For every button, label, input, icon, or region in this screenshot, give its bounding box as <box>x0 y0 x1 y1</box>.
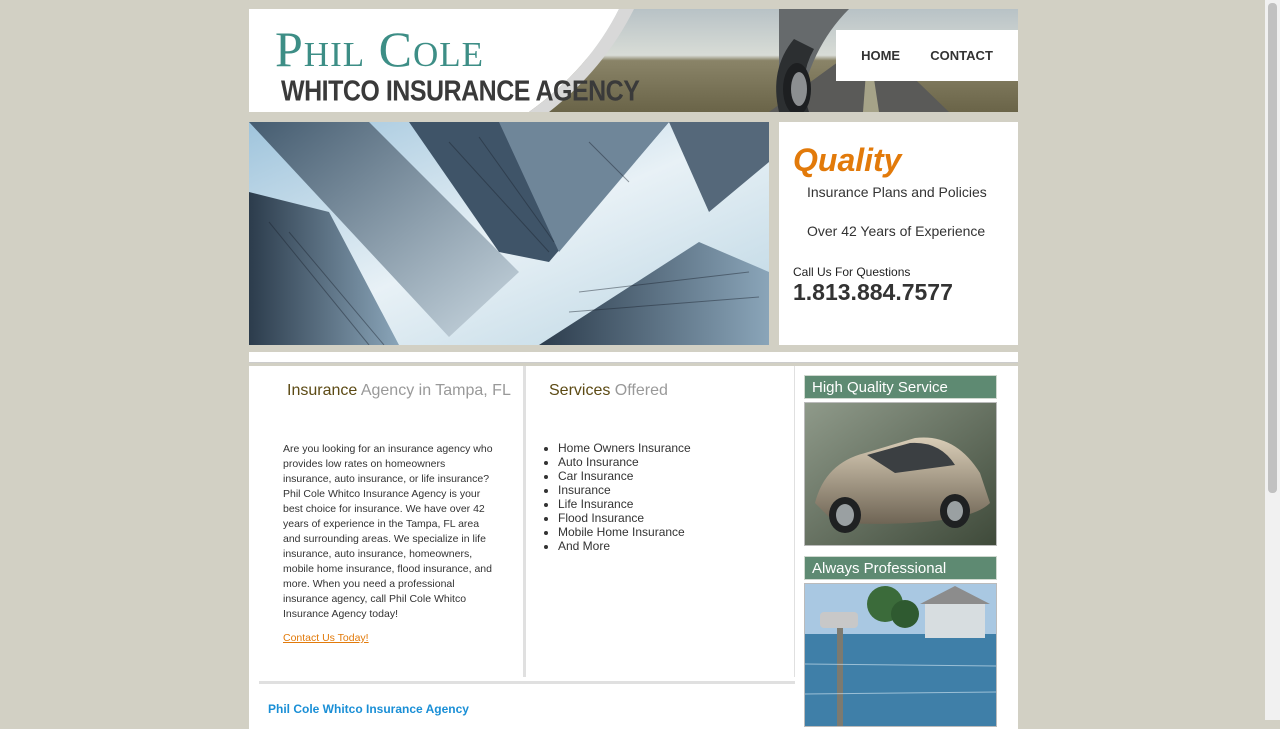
list-item: Auto Insurance <box>558 455 691 469</box>
services-list: Home Owners Insurance Auto Insurance Car… <box>544 441 691 553</box>
flood-illustration <box>805 584 996 726</box>
logo-agency-name: WHITCO INSURANCE AGENCY <box>281 75 640 108</box>
page-scrollbar[interactable] <box>1265 0 1280 720</box>
about-column: Insurance Agency in Tampa, FL Are you lo… <box>249 366 526 677</box>
sidebar: High Quality Service Always Professional <box>804 375 997 727</box>
divider-bar <box>249 352 1018 363</box>
nav-contact-link[interactable]: CONTACT <box>930 48 993 63</box>
quality-info-box: Quality Insurance Plans and Policies Ove… <box>779 122 1018 345</box>
site-logo[interactable]: Phil Cole WHITCO INSURANCE AGENCY <box>275 21 640 107</box>
car-image <box>804 402 997 546</box>
quality-line-experience: Over 42 Years of Experience <box>807 223 986 239</box>
services-heading-light: Offered <box>610 382 668 399</box>
quality-line-plans: Insurance Plans and Policies <box>807 184 987 200</box>
logo-name: Phil Cole <box>275 21 485 77</box>
hero-skyscraper-image <box>249 122 769 345</box>
list-item: Mobile Home Insurance <box>558 525 691 539</box>
phone-number[interactable]: 1.813.884.7577 <box>793 279 1018 305</box>
about-heading-strong: Insurance <box>287 382 358 399</box>
footer-company-name: Phil Cole Whitco Insurance Agency <box>268 702 469 716</box>
services-column: Services Offered Home Owners Insurance A… <box>528 366 795 677</box>
scrollbar-thumb[interactable] <box>1268 3 1277 493</box>
list-item: Insurance <box>558 483 691 497</box>
call-label: Call Us For Questions <box>793 265 911 279</box>
list-item: Car Insurance <box>558 469 691 483</box>
skyscraper-illustration <box>249 122 769 345</box>
about-paragraph: Are you looking for an insurance agency … <box>283 443 493 620</box>
sidebar-heading-professional: Always Professional <box>804 556 997 580</box>
main-nav: HOME CONTACT <box>836 30 1018 81</box>
footer-divider <box>259 681 795 684</box>
list-item: Home Owners Insurance <box>558 441 691 455</box>
main-content: Insurance Agency in Tampa, FL Are you lo… <box>249 366 1018 729</box>
nav-home-link[interactable]: HOME <box>861 48 900 63</box>
list-item: Flood Insurance <box>558 511 691 525</box>
services-heading-strong: Services <box>549 382 611 399</box>
list-item: And More <box>558 539 691 553</box>
list-item: Life Insurance <box>558 497 691 511</box>
quality-title: Quality <box>793 142 902 178</box>
services-heading: Services Offered <box>549 382 668 400</box>
car-illustration <box>805 403 996 545</box>
about-heading: Insurance Agency in Tampa, FL <box>287 382 511 400</box>
site-header: Phil Cole WHITCO INSURANCE AGENCY HOME C… <box>249 9 1018 112</box>
about-heading-light: Agency in Tampa, FL <box>357 382 511 399</box>
contact-us-link[interactable]: Contact Us Today! <box>283 632 369 644</box>
flood-image <box>804 583 997 727</box>
sidebar-heading-quality: High Quality Service <box>804 375 997 399</box>
